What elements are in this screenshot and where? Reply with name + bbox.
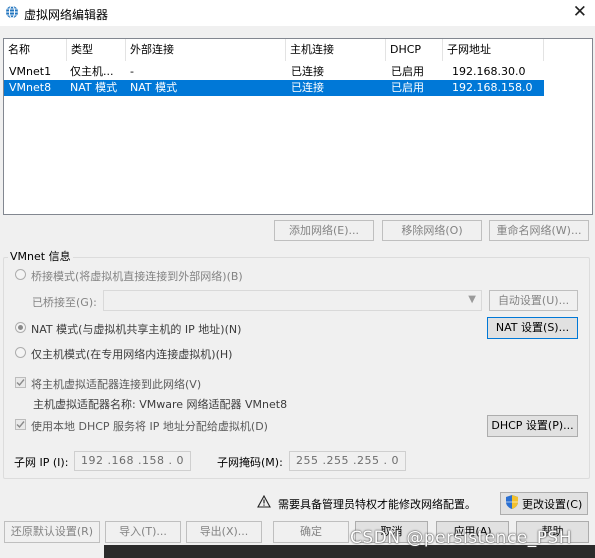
column-header-host[interactable]: 主机连接: [286, 39, 386, 61]
cell-dhcp: 已启用: [391, 65, 424, 78]
cell-subnet: 192.168.158.0: [452, 81, 533, 94]
vmnet-info-title: VMnet 信息: [8, 248, 73, 264]
bridged-mode-radio[interactable]: [15, 269, 26, 280]
admin-notice-text: 需要具备管理员特权才能修改网络配置。: [278, 498, 476, 511]
uac-shield-icon: [506, 495, 518, 509]
nat-mode-radio[interactable]: [15, 322, 26, 333]
title-bar: 虚拟网络编辑器 ✕: [0, 0, 595, 26]
cell-external: -: [130, 65, 134, 78]
cell-type: NAT 模式: [70, 81, 118, 94]
adapter-name-label: 主机虚拟适配器名称: VMware 网络适配器 VMnet8: [33, 398, 288, 411]
subnet-mask-field[interactable]: 255 .255 .255 . 0: [289, 451, 406, 471]
add-network-button[interactable]: 添加网络(E)...: [274, 220, 374, 241]
bridged-to-select[interactable]: ▼: [103, 290, 482, 311]
table-row-selected[interactable]: VMnet8 NAT 模式 NAT 模式 已连接 已启用 192.168.158…: [4, 80, 544, 96]
checkmark-icon: [16, 379, 25, 387]
cell-dhcp: 已启用: [391, 81, 424, 94]
local-dhcp-label: 使用本地 DHCP 服务将 IP 地址分配给虚拟机(D): [31, 420, 268, 433]
cell-type: 仅主机...: [70, 65, 114, 78]
column-header-type[interactable]: 类型: [67, 39, 126, 61]
cell-name: VMnet1: [9, 65, 52, 78]
cell-name: VMnet8: [9, 81, 52, 94]
restore-defaults-button[interactable]: 还原默认设置(R): [4, 521, 100, 543]
network-globe-icon: [6, 5, 18, 19]
network-list[interactable]: 名称 类型 外部连接 主机连接 DHCP 子网地址 VMnet1 仅主机... …: [3, 38, 593, 215]
ok-button[interactable]: 确定: [273, 521, 349, 543]
warning-icon: [257, 495, 271, 508]
nat-settings-button[interactable]: NAT 设置(S)...: [487, 317, 578, 339]
cell-subnet: 192.168.30.0: [452, 65, 526, 78]
table-row[interactable]: VMnet1 仅主机... - 已连接 已启用 192.168.30.0: [4, 64, 544, 80]
nat-mode-label: NAT 模式(与虚拟机共享主机的 IP 地址)(N): [31, 323, 242, 336]
bridged-to-label: 已桥接至(G):: [32, 296, 97, 309]
checkmark-icon: [16, 421, 25, 429]
chevron-down-icon: ▼: [468, 294, 476, 305]
column-header-dhcp[interactable]: DHCP: [386, 39, 443, 61]
rename-network-button[interactable]: 重命名网络(W)...: [489, 220, 589, 241]
subnet-mask-label: 子网掩码(M):: [217, 456, 283, 469]
watermark: CSDN @persistence_PSH: [350, 528, 573, 548]
import-button[interactable]: 导入(T)...: [105, 521, 181, 543]
cell-host: 已连接: [291, 65, 324, 78]
column-header-external[interactable]: 外部连接: [126, 39, 286, 61]
connect-adapter-checkbox[interactable]: [15, 377, 26, 388]
host-only-radio[interactable]: [15, 347, 26, 358]
close-icon[interactable]: ✕: [573, 2, 587, 22]
auto-settings-button[interactable]: 自动设置(U)...: [489, 290, 578, 311]
cell-external: NAT 模式: [130, 81, 178, 94]
cell-host: 已连接: [291, 81, 324, 94]
column-header-name[interactable]: 名称: [4, 39, 67, 61]
subnet-ip-field[interactable]: 192 .168 .158 . 0: [74, 451, 191, 471]
column-header-subnet[interactable]: 子网地址: [443, 39, 544, 61]
export-button[interactable]: 导出(X)...: [186, 521, 262, 543]
host-only-label: 仅主机模式(在专用网络内连接虚拟机)(H): [31, 348, 233, 361]
remove-network-button[interactable]: 移除网络(O): [382, 220, 482, 241]
change-settings-label: 更改设置(C): [522, 498, 583, 511]
connect-adapter-label: 将主机虚拟适配器连接到此网络(V): [31, 378, 202, 391]
bridged-mode-label: 桥接模式(将虚拟机直接连接到外部网络)(B): [31, 270, 243, 283]
local-dhcp-checkbox[interactable]: [15, 419, 26, 430]
subnet-ip-label: 子网 IP (I):: [14, 456, 69, 469]
dhcp-settings-button[interactable]: DHCP 设置(P)...: [487, 415, 578, 437]
window-title: 虚拟网络编辑器: [24, 8, 109, 22]
